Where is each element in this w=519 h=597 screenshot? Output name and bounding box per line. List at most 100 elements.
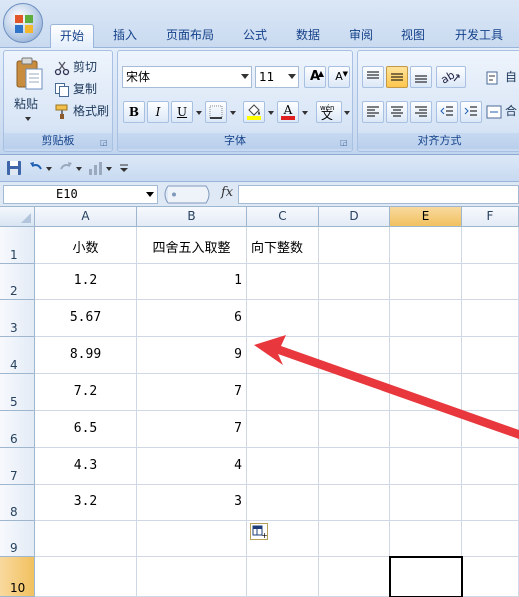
cell-e3[interactable] (390, 300, 462, 337)
cell-a3[interactable]: 5.67 (35, 300, 137, 337)
cell-b8[interactable]: 3 (137, 485, 247, 521)
chart-dropdown-icon[interactable] (106, 167, 112, 171)
row-header-4[interactable]: 4 (0, 337, 35, 374)
row-header-8[interactable]: 8 (0, 485, 35, 521)
cell-b3[interactable]: 6 (137, 300, 247, 337)
paste-dropdown-icon[interactable] (25, 117, 31, 121)
align-middle-button[interactable] (386, 66, 408, 88)
cell-b10[interactable] (137, 557, 247, 597)
paste-options-button[interactable]: + (250, 523, 268, 540)
decrease-indent-button[interactable] (436, 101, 458, 123)
borders-dropdown-icon[interactable] (230, 111, 236, 115)
row-header-2[interactable]: 2 (0, 264, 35, 300)
align-top-button[interactable] (362, 66, 384, 88)
cell-e2[interactable] (390, 264, 462, 300)
cell-a2[interactable]: 1.2 (35, 264, 137, 300)
undo-icon[interactable] (28, 160, 44, 176)
column-header-a[interactable]: A (35, 207, 137, 227)
font-size-dropdown-icon[interactable] (288, 74, 296, 79)
cell-d6[interactable] (319, 411, 390, 448)
cell-d9[interactable] (319, 521, 390, 557)
row-header-9[interactable]: 9 (0, 521, 35, 557)
column-header-f[interactable]: F (462, 207, 519, 227)
tab-data[interactable]: 数据 (287, 24, 329, 48)
cell-f10[interactable] (462, 557, 519, 597)
undo-dropdown-icon[interactable] (46, 167, 52, 171)
copy-button[interactable]: 复制 (54, 79, 97, 99)
increase-indent-button[interactable] (460, 101, 482, 123)
row-header-3[interactable]: 3 (0, 300, 35, 337)
grow-font-button[interactable]: A ▲ (304, 66, 326, 88)
select-all-button[interactable] (0, 207, 35, 227)
cell-d3[interactable] (319, 300, 390, 337)
row-header-1[interactable]: 1 (0, 227, 35, 264)
tab-page-layout[interactable]: 页面布局 (158, 24, 222, 48)
cell-d7[interactable] (319, 448, 390, 485)
italic-button[interactable]: I (147, 101, 169, 123)
cell-f1[interactable] (462, 227, 519, 264)
cell-e5[interactable] (390, 374, 462, 411)
tab-view[interactable]: 视图 (393, 24, 433, 48)
cell-a10[interactable] (35, 557, 137, 597)
cell-b1[interactable]: 四舍五入取整 (137, 227, 247, 264)
redo-dropdown-icon[interactable] (76, 167, 82, 171)
cell-f4[interactable] (462, 337, 519, 374)
tab-review[interactable]: 审阅 (341, 24, 381, 48)
underline-button[interactable]: U (171, 101, 193, 123)
cell-c2[interactable] (247, 264, 319, 300)
cut-button[interactable]: 剪切 (54, 57, 97, 77)
office-button[interactable] (3, 3, 43, 43)
cell-f5[interactable] (462, 374, 519, 411)
cell-d2[interactable] (319, 264, 390, 300)
cell-e6[interactable] (390, 411, 462, 448)
cell-e4[interactable] (390, 337, 462, 374)
align-center-button[interactable] (386, 101, 408, 123)
cell-d1[interactable] (319, 227, 390, 264)
cell-c1[interactable]: 向下整数 (247, 227, 319, 264)
phonetic-guide-button[interactable]: wén 文 (316, 101, 342, 123)
cell-a7[interactable]: 4.3 (35, 448, 137, 485)
underline-dropdown-icon[interactable] (196, 111, 202, 115)
cell-d10[interactable] (319, 557, 390, 597)
cell-c10[interactable] (247, 557, 319, 597)
cell-b7[interactable]: 4 (137, 448, 247, 485)
save-icon[interactable] (6, 160, 22, 176)
row-header-7[interactable]: 7 (0, 448, 35, 485)
cell-c7[interactable] (247, 448, 319, 485)
cell-a4[interactable]: 8.99 (35, 337, 137, 374)
column-header-e[interactable]: E (390, 207, 462, 227)
font-name-combo[interactable]: 宋体 (122, 66, 252, 88)
align-bottom-button[interactable] (410, 66, 432, 88)
cell-e9[interactable] (390, 521, 462, 557)
paste-button[interactable]: 粘贴 (10, 55, 48, 127)
font-color-dropdown-icon[interactable] (302, 111, 308, 115)
fill-color-dropdown-icon[interactable] (268, 111, 274, 115)
column-header-d[interactable]: D (319, 207, 390, 227)
tab-home[interactable]: 开始 (50, 24, 94, 48)
insert-function-button[interactable]: fx (221, 185, 233, 200)
cell-d8[interactable] (319, 485, 390, 521)
cell-a5[interactable]: 7.2 (35, 374, 137, 411)
merge-center-button[interactable]: 合 (486, 101, 517, 121)
cell-a6[interactable]: 6.5 (35, 411, 137, 448)
row-header-10[interactable]: 10 (0, 557, 35, 597)
format-painter-button[interactable]: 格式刷 (54, 101, 109, 121)
splitter-handle-icon[interactable] (160, 185, 212, 204)
cell-f7[interactable] (462, 448, 519, 485)
cell-e1[interactable] (390, 227, 462, 264)
tab-formulas[interactable]: 公式 (235, 24, 275, 48)
tab-developer[interactable]: 开发工具 (447, 24, 511, 48)
cell-c6[interactable] (247, 411, 319, 448)
tab-insert[interactable]: 插入 (104, 24, 146, 48)
name-box[interactable]: E10 (3, 185, 158, 204)
font-launcher-icon[interactable]: ◲ (340, 138, 349, 147)
cell-c5[interactable] (247, 374, 319, 411)
orientation-button[interactable]: ab (436, 66, 466, 88)
redo-icon[interactable] (58, 160, 74, 176)
column-header-c[interactable]: C (247, 207, 319, 227)
cell-e7[interactable] (390, 448, 462, 485)
row-header-6[interactable]: 6 (0, 411, 35, 448)
font-size-combo[interactable]: 11 (255, 66, 299, 88)
font-color-button[interactable]: A (277, 101, 299, 123)
shrink-font-button[interactable]: A ▼ (328, 66, 350, 88)
